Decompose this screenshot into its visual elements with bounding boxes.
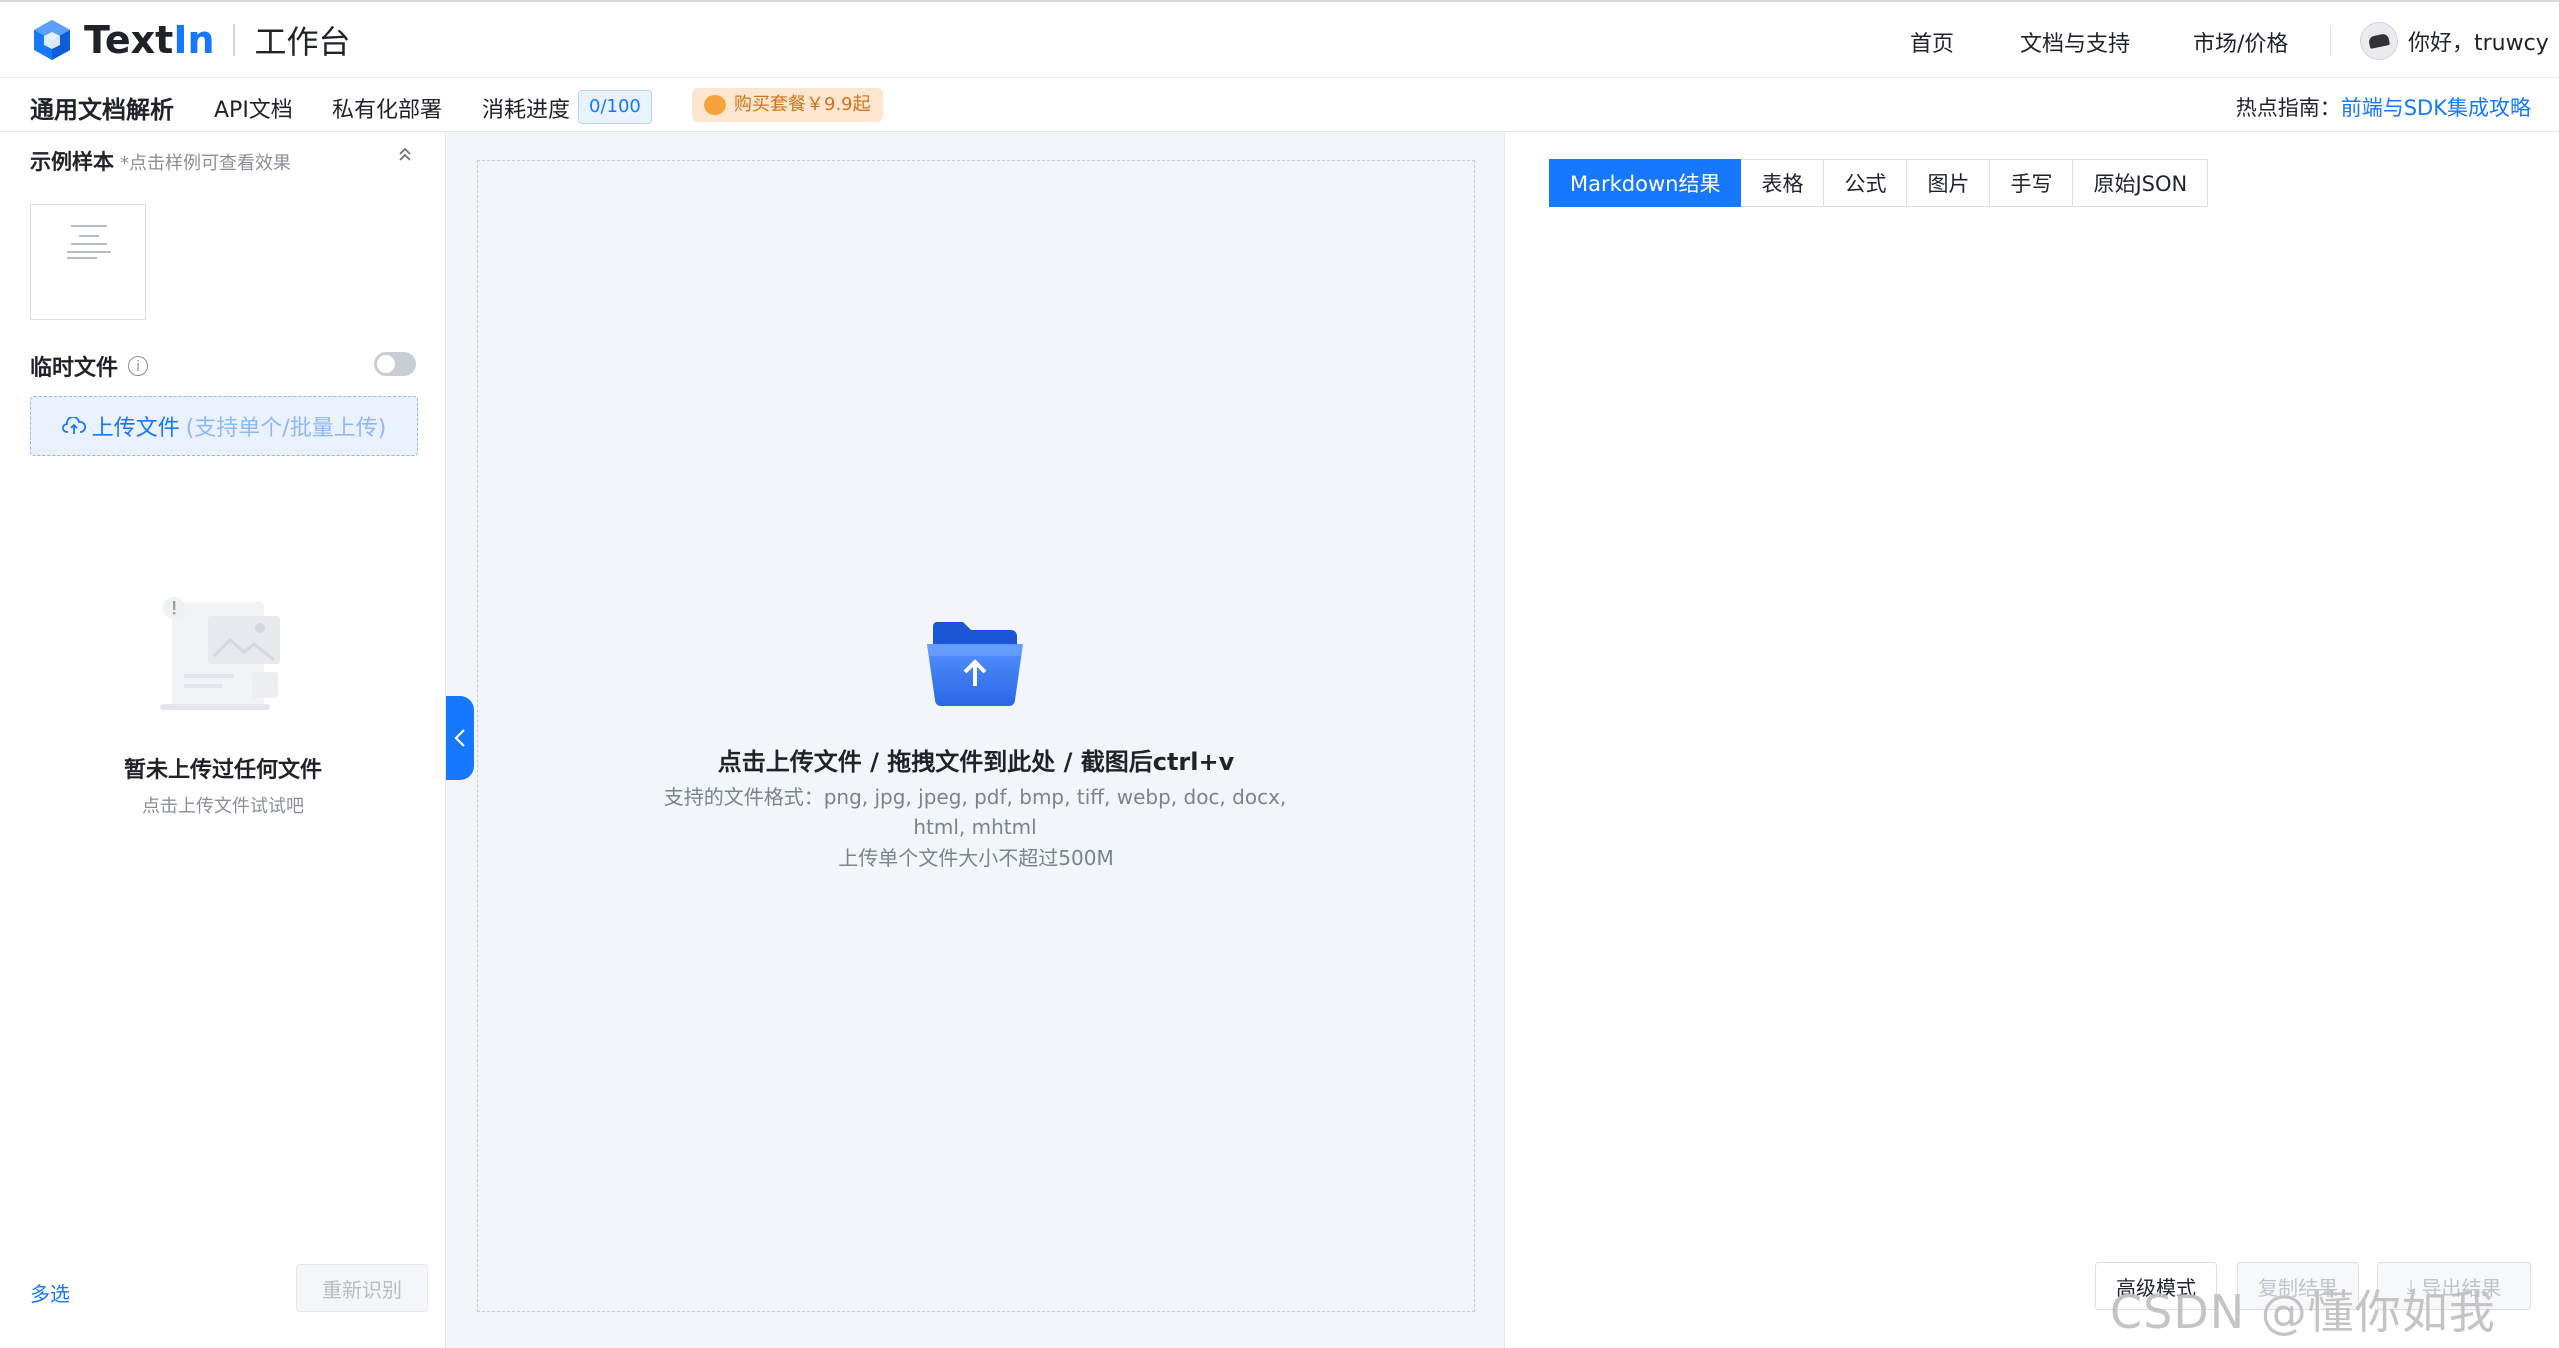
reidentify-button[interactable]: 重新识别 <box>296 1264 428 1312</box>
hot-guide: 热点指南：前端与SDK集成攻略 <box>2236 92 2531 122</box>
multi-select-link[interactable]: 多选 <box>30 1278 70 1307</box>
sample-document-thumbnail[interactable] <box>30 204 146 320</box>
usage-progress-label: 消耗进度 <box>482 98 571 123</box>
logo-wordmark: TextIn <box>84 18 215 62</box>
coin-icon <box>704 95 726 115</box>
folder-upload-icon <box>927 622 1023 706</box>
temp-files-text: 临时文件 <box>30 356 119 381</box>
user-greeting: 你好，truwcy <box>2408 31 2549 56</box>
empty-state-subtitle: 点击上传文件试试吧 <box>142 796 304 817</box>
upload-file-hint: (支持单个/批量上传) <box>185 416 387 441</box>
csdn-watermark: CSDN @懂你如我 <box>2110 1285 2496 1339</box>
tab-table[interactable]: 表格 <box>1741 159 1825 207</box>
result-tabs: Markdown结果 表格 公式 图片 手写 原始JSON <box>1549 159 2209 207</box>
sample-hint: *点击样例可查看效果 <box>120 153 291 174</box>
empty-state-title: 暂未上传过任何文件 <box>123 758 322 783</box>
sub-navigation: 通用文档解析 API文档 私有化部署 消耗进度 0/100 购买套餐￥9.9起 … <box>0 78 2559 132</box>
upload-file-button[interactable]: 上传文件 (支持单个/批量上传) <box>30 396 418 456</box>
buy-package-label: 购买套餐￥9.9起 <box>734 94 871 115</box>
file-sidebar: 示例样本 *点击样例可查看效果 临时文件 i 上传文件(支持单个/批量上传) <box>0 132 446 1348</box>
file-size-limit-text: 上传单个文件大小不超过500M <box>838 846 1114 870</box>
tab-raw-json[interactable]: 原始JSON <box>2073 159 2209 207</box>
cloud-upload-icon <box>61 417 86 434</box>
workspace-title: 工作台 <box>254 23 351 61</box>
sample-section-title: 示例样本 *点击样例可查看效果 <box>30 146 291 176</box>
dropzone-title: 点击上传文件 / 拖拽文件到此处 / 截图后ctrl+v <box>717 748 1235 776</box>
textin-logo[interactable]: TextIn 工作台 <box>30 16 351 64</box>
sample-title: 示例样本 <box>30 150 114 174</box>
nav-home[interactable]: 首页 <box>1910 26 1954 58</box>
tab-handwriting[interactable]: 手写 <box>1990 159 2074 207</box>
tab-markdown-result[interactable]: Markdown结果 <box>1549 159 1742 207</box>
nav-divider <box>2330 26 2331 56</box>
cube-logo-icon <box>34 20 70 60</box>
tab-image[interactable]: 图片 <box>1907 159 1991 207</box>
top-header: TextIn 工作台 首页 文档与支持 市场/价格 你好，truwcy <box>0 0 2559 78</box>
tab-formula[interactable]: 公式 <box>1824 159 1908 207</box>
user-menu[interactable]: 你好，truwcy <box>2360 22 2549 60</box>
usage-badge: 0/100 <box>578 90 652 124</box>
supported-formats-text: 支持的文件格式：png, jpg, jpeg, pdf, bmp, tiff, … <box>663 785 1287 839</box>
temp-files-toggle[interactable] <box>374 352 416 376</box>
buy-package-button[interactable]: 购买套餐￥9.9起 <box>692 88 883 122</box>
avatar <box>2360 22 2398 60</box>
collapse-sidebar-button[interactable] <box>446 696 474 780</box>
tab-api-docs[interactable]: API文档 <box>214 92 293 124</box>
double-chevron-up-icon[interactable] <box>394 144 416 166</box>
nav-docs-support[interactable]: 文档与支持 <box>2020 26 2130 58</box>
empty-files-illustration-icon <box>160 597 280 710</box>
temp-files-label: 临时文件 i <box>30 350 149 382</box>
nav-market-pricing[interactable]: 市场/价格 <box>2193 26 2288 58</box>
logo-separator <box>232 24 235 56</box>
tab-private-deploy[interactable]: 私有化部署 <box>332 92 442 124</box>
result-panel <box>1504 132 2559 1348</box>
file-dropzone[interactable] <box>477 160 1475 1312</box>
chevron-left-icon <box>454 729 465 747</box>
info-icon[interactable]: i <box>128 356 149 376</box>
hot-guide-link[interactable]: 前端与SDK集成攻略 <box>2341 96 2531 120</box>
hot-guide-label: 热点指南： <box>2235 96 2341 120</box>
upload-file-label: 上传文件 <box>91 416 180 441</box>
tab-general-doc-parse[interactable]: 通用文档解析 <box>30 90 174 125</box>
